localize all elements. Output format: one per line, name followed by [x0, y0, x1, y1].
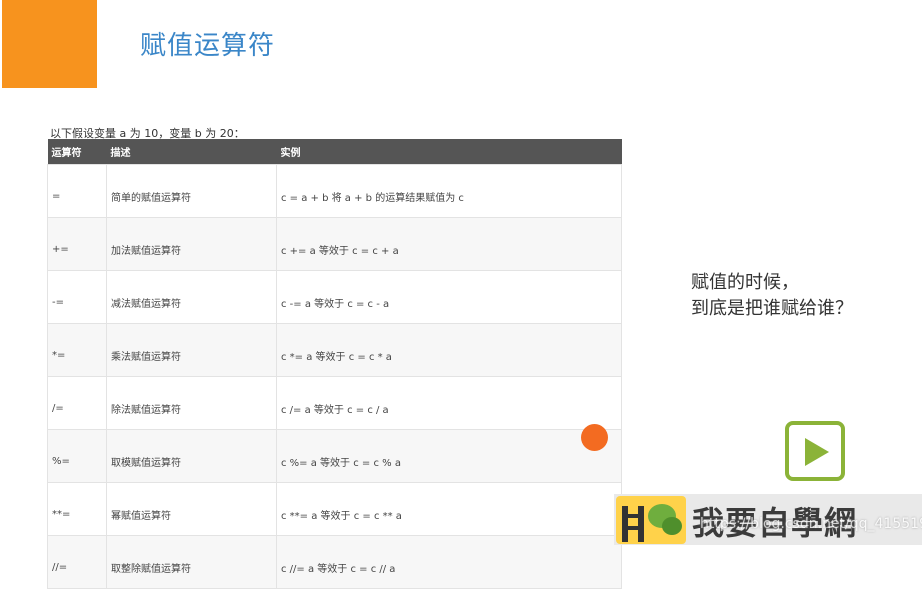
ladder-leaf-icon — [616, 496, 686, 544]
question-line-1: 赋值的时候， — [691, 272, 799, 293]
cell-example: c /= a 等效于 c = c / a — [276, 376, 622, 430]
cursor-dot — [581, 424, 608, 451]
cell-description: 取模赋值运算符 — [106, 429, 277, 483]
cell-example: c = a + b 将 a + b 的运算结果赋值为 c — [276, 164, 622, 218]
table-header-row: 运算符 描述 实例 — [47, 139, 622, 165]
cell-description: 幂赋值运算符 — [106, 482, 277, 536]
cell-operator: /= — [47, 376, 107, 430]
play-icon — [805, 438, 829, 466]
cell-description: 乘法赋值运算符 — [106, 323, 277, 377]
cell-description: 取整除赋值运算符 — [106, 535, 277, 589]
question-line-2: 到底是把谁赋给谁？ — [691, 298, 853, 319]
orange-decor-block — [2, 0, 97, 88]
table-row: /= 除法赋值运算符 c /= a 等效于 c = c / a — [47, 376, 622, 430]
cell-example: c %= a 等效于 c = c % a — [276, 429, 622, 483]
slide-title: 赋值运算符 — [140, 31, 276, 61]
table-row: %= 取模赋值运算符 c %= a 等效于 c = c % a — [47, 429, 622, 483]
header-example: 实例 — [276, 139, 622, 165]
cell-operator: **= — [47, 482, 107, 536]
table-row: //= 取整除赋值运算符 c //= a 等效于 c = c // a — [47, 535, 622, 589]
watermark-text: https://blog.csdn.net/qq_41551902h — [700, 516, 922, 532]
table-row: += 加法赋值运算符 c += a 等效于 c = c + a — [47, 217, 622, 271]
table-row: -= 减法赋值运算符 c -= a 等效于 c = c - a — [47, 270, 622, 324]
cell-example: c *= a 等效于 c = c * a — [276, 323, 622, 377]
cell-description: 简单的赋值运算符 — [106, 164, 277, 218]
cell-description: 加法赋值运算符 — [106, 217, 277, 271]
table-row: *= 乘法赋值运算符 c *= a 等效于 c = c * a — [47, 323, 622, 377]
operators-table: 运算符 描述 实例 = 简单的赋值运算符 c = a + b 将 a + b 的… — [47, 139, 622, 589]
header-operator: 运算符 — [47, 139, 107, 165]
cell-operator: %= — [47, 429, 107, 483]
cell-operator: = — [47, 164, 107, 218]
cell-example: c **= a 等效于 c = c ** a — [276, 482, 622, 536]
table-row: = 简单的赋值运算符 c = a + b 将 a + b 的运算结果赋值为 c — [47, 164, 622, 218]
cell-example: c -= a 等效于 c = c - a — [276, 270, 622, 324]
cell-operator: *= — [47, 323, 107, 377]
question-note: 赋值的时候， 到底是把谁赋给谁？ — [691, 270, 853, 322]
cell-description: 除法赋值运算符 — [106, 376, 277, 430]
cell-operator: //= — [47, 535, 107, 589]
cell-operator: += — [47, 217, 107, 271]
cell-operator: -= — [47, 270, 107, 324]
play-button[interactable] — [785, 421, 845, 481]
cell-example: c += a 等效于 c = c + a — [276, 217, 622, 271]
cell-description: 减法赋值运算符 — [106, 270, 277, 324]
header-description: 描述 — [106, 139, 277, 165]
table-row: **= 幂赋值运算符 c **= a 等效于 c = c ** a — [47, 482, 622, 536]
cell-example: c //= a 等效于 c = c // a — [276, 535, 622, 589]
